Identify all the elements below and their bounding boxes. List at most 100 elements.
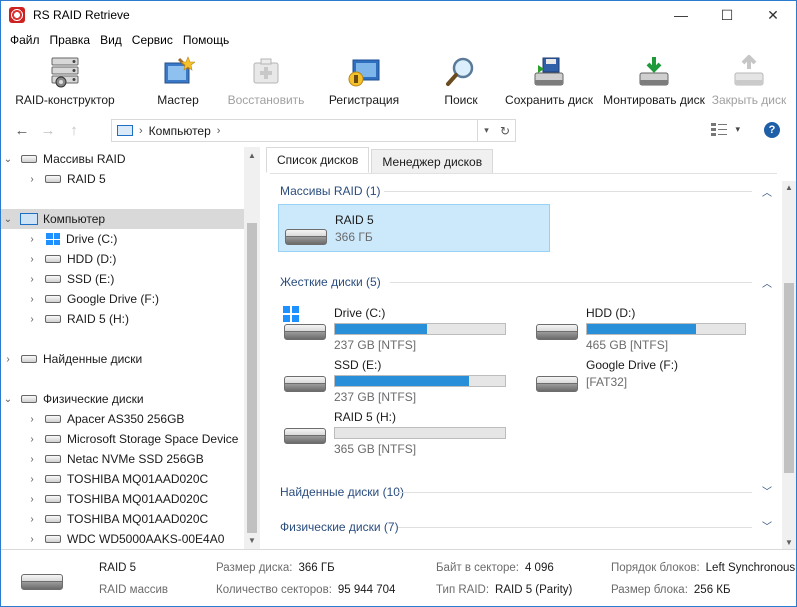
scroll-down-icon[interactable]: ▼ xyxy=(785,538,793,547)
group-hard-disks[interactable]: Жесткие диски (5) xyxy=(280,272,381,292)
recover-label: Восстановить xyxy=(227,93,305,107)
scroll-up-icon[interactable]: ▲ xyxy=(248,151,256,160)
address-dropdown-icon[interactable]: ▾ xyxy=(477,120,495,141)
tree-label: Netac NVMe SSD 256GB xyxy=(67,452,204,466)
expand-chevron-icon[interactable]: › xyxy=(25,434,39,445)
disk-icon xyxy=(45,255,61,263)
tree-item-raid5[interactable]: › RAID 5 xyxy=(25,169,105,189)
disk-card-hdd-d[interactable]: HDD (D:) 465 GB [NTFS] xyxy=(530,300,770,352)
expand-chevron-icon[interactable]: ﹀ xyxy=(762,518,772,533)
minimize-button[interactable]: — xyxy=(658,1,704,29)
expand-chevron-icon[interactable]: › xyxy=(25,534,39,545)
mount-disk-label: Монтировать диск xyxy=(603,93,705,107)
address-bar[interactable]: › Компьютер › ▾ ↻ xyxy=(111,119,516,142)
size-value: 366 ГБ xyxy=(298,562,335,574)
collapse-chevron-icon[interactable]: ︿ xyxy=(762,184,772,199)
content-scrollbar[interactable]: ▲ ▼ xyxy=(782,181,796,549)
collapse-chevron-icon[interactable]: ⌄ xyxy=(1,154,15,165)
tree-physical-item[interactable]: › WDC WD5000AAKS-00E4A0 xyxy=(25,529,224,549)
tree-item-drive-c[interactable]: › Drive (C:) xyxy=(25,229,117,249)
maximize-button[interactable]: ☐ xyxy=(704,1,750,29)
expand-chevron-icon[interactable]: › xyxy=(25,314,39,325)
recover-button[interactable]: Восстановить xyxy=(227,51,305,113)
expand-chevron-icon[interactable]: › xyxy=(25,174,39,185)
disk-icon xyxy=(45,315,61,323)
wizard-icon xyxy=(161,55,195,89)
tree-label: WDC WD5000AAKS-00E4A0 xyxy=(67,532,225,546)
tree-label: TOSHIBA MQ01AAD020C xyxy=(67,472,209,486)
view-mode-button[interactable]: ▾ xyxy=(711,122,740,136)
hard-disk-icon xyxy=(284,426,326,446)
tree-physical-item[interactable]: › Microsoft Storage Space Device xyxy=(25,429,238,449)
menu-help[interactable]: Помощь xyxy=(178,33,234,47)
disk-card-google-drive-f[interactable]: Google Drive (F:) [FAT32] xyxy=(530,352,770,400)
tree-scrollbar[interactable]: ▲ ▼ xyxy=(244,147,260,549)
collapse-chevron-icon[interactable]: ︿ xyxy=(762,275,772,290)
tree-item-ssd-e[interactable]: › SSD (E:) xyxy=(25,269,114,289)
disk-name: Drive (C:) xyxy=(334,306,386,320)
scroll-up-icon[interactable]: ▲ xyxy=(785,183,793,192)
tree-physical-item[interactable]: › Netac NVMe SSD 256GB xyxy=(25,449,204,469)
expand-chevron-icon[interactable]: › xyxy=(25,514,39,525)
group-found-disks[interactable]: Найденные диски (10) xyxy=(280,482,404,502)
tab-disk-manager[interactable]: Менеджер дисков xyxy=(371,149,494,173)
help-icon[interactable]: ? xyxy=(764,122,780,138)
menu-file[interactable]: Файл xyxy=(5,33,45,47)
refresh-icon[interactable]: ↻ xyxy=(495,120,515,141)
disk-icon xyxy=(45,515,61,523)
group-raid-arrays[interactable]: Массивы RAID (1) xyxy=(280,181,381,201)
close-disk-button[interactable]: Закрыть диск xyxy=(709,51,789,113)
disk-card-raid5-h[interactable]: RAID 5 (H:) 365 GB [NTFS] xyxy=(278,404,528,456)
collapse-chevron-icon[interactable]: ⌄ xyxy=(1,214,15,225)
expand-chevron-icon[interactable]: › xyxy=(25,474,39,485)
expand-chevron-icon[interactable]: ﹀ xyxy=(762,483,772,498)
tree-item-hdd-d[interactable]: › HDD (D:) xyxy=(25,249,116,269)
tree-physical-item[interactable]: › TOSHIBA MQ01AAD020C xyxy=(25,489,208,509)
up-arrow-icon[interactable]: ↑ xyxy=(61,122,87,139)
tree-physical-item[interactable]: › Apacer AS350 256GB xyxy=(25,409,184,429)
tree-raid-arrays[interactable]: ⌄ Массивы RAID xyxy=(1,149,244,169)
tree-item-google-drive-f[interactable]: › Google Drive (F:) xyxy=(25,289,159,309)
forward-arrow-icon[interactable]: → xyxy=(35,122,61,139)
expand-chevron-icon[interactable]: › xyxy=(25,414,39,425)
tree-physical-item[interactable]: › TOSHIBA MQ01AAD020C xyxy=(25,509,208,529)
expand-chevron-icon[interactable]: › xyxy=(1,354,15,365)
expand-chevron-icon[interactable]: › xyxy=(25,274,39,285)
group-physical-disks[interactable]: Физические диски (7) xyxy=(280,517,399,537)
registration-button[interactable]: Регистрация xyxy=(305,51,423,113)
mount-disk-button[interactable]: Монтировать диск xyxy=(599,51,709,113)
close-button[interactable]: ✕ xyxy=(750,1,796,29)
search-button[interactable]: Поиск xyxy=(423,51,499,113)
tree-computer[interactable]: ⌄ Компьютер xyxy=(1,209,244,229)
menu-edit[interactable]: Правка xyxy=(45,33,96,47)
save-disk-button[interactable]: Сохранить диск xyxy=(499,51,599,113)
view-dropdown-icon[interactable]: ▾ xyxy=(735,124,740,135)
wizard-button[interactable]: Мастер xyxy=(129,51,227,113)
back-arrow-icon[interactable]: ← xyxy=(9,122,35,139)
expand-chevron-icon[interactable]: › xyxy=(25,454,39,465)
tree-physical-item[interactable]: › TOSHIBA MQ01AAD020C xyxy=(25,469,208,489)
menu-view[interactable]: Вид xyxy=(95,33,127,47)
expand-chevron-icon[interactable]: › xyxy=(25,254,39,265)
tree-found-disks[interactable]: › Найденные диски xyxy=(1,349,142,369)
raid-constructor-button[interactable]: RAID-конструктор xyxy=(1,51,129,113)
tree-label: Компьютер xyxy=(43,212,106,226)
tree-physical-disks[interactable]: ⌄ Физические диски xyxy=(1,389,144,409)
disk-card-ssd-e[interactable]: SSD (E:) 237 GB [NTFS] xyxy=(278,352,528,404)
collapse-chevron-icon[interactable]: ⌄ xyxy=(1,394,15,405)
tree-scrollbar-thumb[interactable] xyxy=(247,223,257,533)
expand-chevron-icon[interactable]: › xyxy=(25,494,39,505)
address-path[interactable]: Компьютер xyxy=(149,124,211,138)
raid-card[interactable]: RAID 5 366 ГБ xyxy=(278,204,550,252)
folder-tree: ⌄ Массивы RAID › RAID 5 ⌄ Компьютер › Dr… xyxy=(1,147,244,549)
disk-card-drive-c[interactable]: Drive (C:) 237 GB [NTFS] xyxy=(278,300,528,352)
content-scrollbar-thumb[interactable] xyxy=(784,283,794,473)
expand-chevron-icon[interactable]: › xyxy=(25,234,39,245)
tree-item-raid5-h[interactable]: › RAID 5 (H:) xyxy=(25,309,129,329)
divider xyxy=(398,527,752,528)
divider xyxy=(384,191,752,192)
scroll-down-icon[interactable]: ▼ xyxy=(248,536,256,545)
expand-chevron-icon[interactable]: › xyxy=(25,294,39,305)
menu-tools[interactable]: Сервис xyxy=(127,33,178,47)
tab-disk-list[interactable]: Список дисков xyxy=(266,147,370,173)
